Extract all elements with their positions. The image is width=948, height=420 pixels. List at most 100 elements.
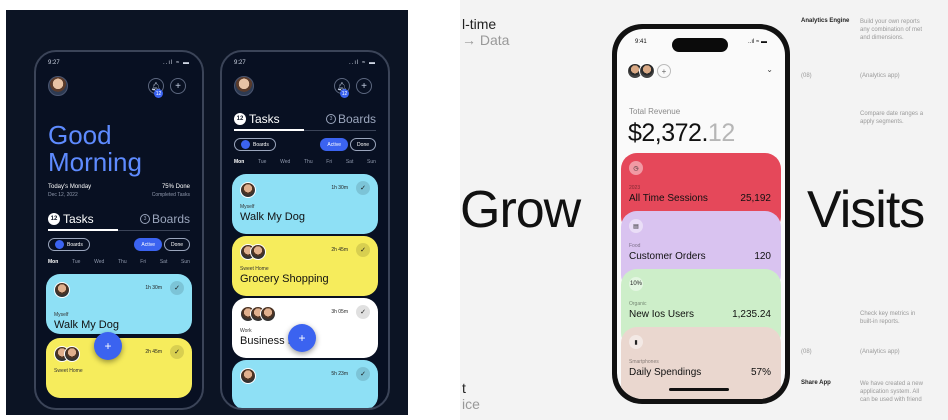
progress-label: 75% Done xyxy=(161,184,190,190)
boards-filter-pill[interactable]: Boards xyxy=(48,238,90,251)
card-category: Myself xyxy=(240,204,255,210)
task-card[interactable]: 1h 30m ✓ Myself Walk My Dog xyxy=(46,274,192,334)
day-thu[interactable]: Thu xyxy=(304,159,313,165)
status-time: 9:27 xyxy=(234,60,246,66)
filter-row: Boards Active Done xyxy=(48,238,190,251)
card-category: Sweet Home xyxy=(240,266,269,272)
active-toggle[interactable]: Active xyxy=(320,138,349,151)
revenue-value: $2,372.12 xyxy=(628,119,735,148)
check-icon[interactable]: ✓ xyxy=(170,345,184,359)
done-toggle[interactable]: Done xyxy=(164,238,190,251)
day-mon[interactable]: Mon xyxy=(234,159,244,165)
boards-count-badge: 3 xyxy=(139,214,150,224)
chevron-down-icon[interactable]: ⌄ xyxy=(766,65,773,74)
notification-badge: 12 xyxy=(340,89,349,98)
avatar[interactable] xyxy=(234,76,254,96)
status-bar: 9:27 ..ıl ≈ ▬ xyxy=(234,60,376,66)
check-icon[interactable]: ✓ xyxy=(356,181,370,195)
day-fri[interactable]: Fri xyxy=(326,159,332,165)
feature-number: (08) xyxy=(801,349,812,355)
metric-sub: 2023 xyxy=(629,185,641,191)
feature-text-line: Check key metrics in xyxy=(860,311,916,317)
signal-icon: ..ıl ≈ ▬ xyxy=(748,39,767,45)
tab-boards[interactable]: 3 Boards xyxy=(325,112,376,126)
feature-text: Compare date ranges a apply segments. xyxy=(860,110,923,126)
add-button[interactable]: + xyxy=(657,64,671,78)
phone-screen: 9:41 ..ıl ≈ ▬ + ⌄ Total Revenue $2,372.1… xyxy=(617,29,785,399)
task-card[interactable]: 5h 23m ✓ xyxy=(232,360,378,408)
feature-text-line: We have created a new xyxy=(860,381,923,387)
metric-title: All Time Sessions xyxy=(629,193,708,204)
tab-tasks[interactable]: 12 Tasks xyxy=(234,112,280,126)
active-toggle[interactable]: Active xyxy=(134,238,163,251)
check-icon[interactable]: ✓ xyxy=(170,281,184,295)
day-sun[interactable]: Sun xyxy=(367,159,376,165)
week-strip: Mon Tue Wed Thu Fri Sat Sun xyxy=(48,259,190,265)
tab-tasks[interactable]: 12 Tasks xyxy=(48,212,94,226)
avatar[interactable] xyxy=(639,63,655,79)
filter-row: Boards Active Done xyxy=(234,138,376,151)
add-task-fab[interactable]: + xyxy=(94,332,122,360)
status-bar: 9:27 ..ıl ≈ ▬ xyxy=(48,60,190,66)
analytics-phone: 9:41 ..ıl ≈ ▬ + ⌄ Total Revenue $2,372.1… xyxy=(612,24,790,404)
feature-text: We have created a new application system… xyxy=(860,380,923,404)
check-icon[interactable]: ✓ xyxy=(356,367,370,381)
day-sun[interactable]: Sun xyxy=(181,259,190,265)
add-task-fab[interactable]: + xyxy=(288,324,316,352)
day-sat[interactable]: Sat xyxy=(160,259,168,265)
card-duration: 5h 23m xyxy=(331,371,348,377)
day-label: Today's Monday xyxy=(48,184,92,190)
avatar[interactable] xyxy=(48,76,68,96)
day-tue[interactable]: Tue xyxy=(72,259,80,265)
signal-icon: ..ıl ≈ ▬ xyxy=(163,60,190,66)
day-sat[interactable]: Sat xyxy=(346,159,354,165)
tasks-count-badge: 12 xyxy=(234,113,246,125)
done-toggle[interactable]: Done xyxy=(350,138,376,151)
boards-filter-pill[interactable]: Boards xyxy=(234,138,276,151)
feature-heading: Analytics Engine xyxy=(801,18,850,24)
metric-sub: Smartphones xyxy=(629,359,659,365)
add-button[interactable]: + xyxy=(170,78,186,94)
card-duration: 2h 45m xyxy=(145,349,162,355)
revenue-cents: 12 xyxy=(707,119,735,147)
card-avatar xyxy=(240,368,256,384)
feature-text: (Analytics app) xyxy=(860,73,900,79)
add-button[interactable]: + xyxy=(356,78,372,94)
task-card[interactable]: 2h 45m ✓ Sweet Home Grocery Shopping xyxy=(232,236,378,296)
boards-filter-label: Boards xyxy=(253,141,269,148)
tab-bar: 12 Tasks 3 Boards xyxy=(48,212,190,226)
feature-text: Build your own reports any combination o… xyxy=(860,18,922,42)
check-icon[interactable]: ✓ xyxy=(356,305,370,319)
boards-filter-icon xyxy=(55,240,64,249)
day-fri[interactable]: Fri xyxy=(140,259,146,265)
day-thu[interactable]: Thu xyxy=(118,259,127,265)
status-time: 9:41 xyxy=(635,39,647,45)
card-duration: 1h 30m xyxy=(145,285,162,291)
feature-text-line: Compare date ranges a xyxy=(860,111,924,117)
tab-boards[interactable]: 3 Boards xyxy=(139,212,190,226)
feature-text-line: application system. All xyxy=(860,389,920,395)
check-icon[interactable]: ✓ xyxy=(356,243,370,257)
boards-count-badge: 3 xyxy=(325,114,336,124)
feature-number: (08) xyxy=(801,73,812,79)
feature-text-line: Build your own reports xyxy=(860,19,920,25)
metric-sub: Food xyxy=(629,243,641,249)
hero-word-right: Visits xyxy=(807,181,925,239)
metric-sub: Organic xyxy=(629,301,647,307)
day-tue[interactable]: Tue xyxy=(258,159,266,165)
tab-active-indicator xyxy=(48,229,118,231)
day-wed[interactable]: Wed xyxy=(94,259,104,265)
receipt-icon: ▤ xyxy=(629,219,643,233)
day-wed[interactable]: Wed xyxy=(280,159,290,165)
footer-subfragment: ice xyxy=(462,396,480,412)
showcase-canvas: 9:27 ..ıl ≈ ▬ 🔔︎ 12 + Good Morning Today… xyxy=(0,0,948,420)
tab-tasks-label: Tasks xyxy=(63,212,94,226)
clock-icon: ◷ xyxy=(629,161,643,175)
day-mon[interactable]: Mon xyxy=(48,259,58,265)
metric-value: 120 xyxy=(754,251,771,262)
footer-fragment: t xyxy=(462,380,466,396)
revenue-label: Total Revenue xyxy=(629,107,681,116)
task-card[interactable]: 1h 30m ✓ Myself Walk My Dog xyxy=(232,174,378,234)
feature-heading: Share App xyxy=(801,380,831,386)
greeting-line-2: Morning xyxy=(48,147,142,177)
